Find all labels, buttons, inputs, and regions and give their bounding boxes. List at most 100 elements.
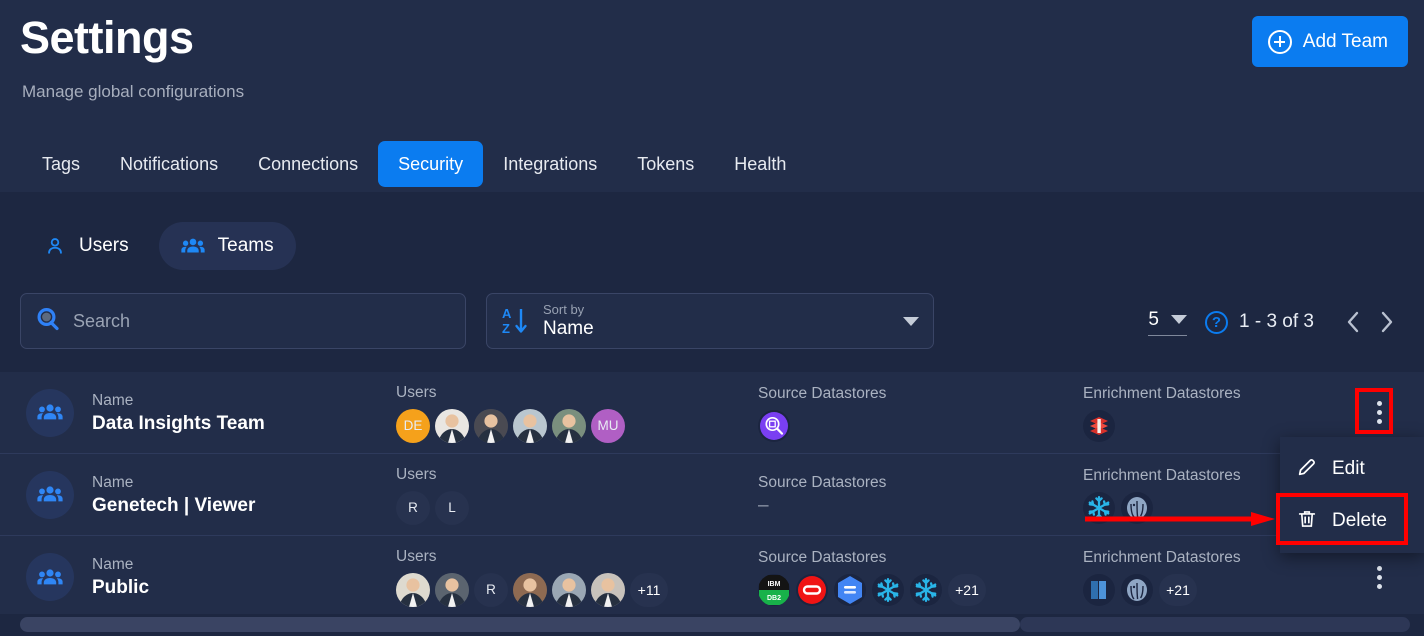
snowflake-icon[interactable] (872, 573, 904, 606)
column-header-enrichment-datastores: Enrichment Datastores (1083, 548, 1241, 566)
subnav-item-teams[interactable]: Teams (158, 222, 296, 270)
menu-item-edit[interactable]: Edit (1280, 443, 1424, 495)
people-icon (26, 553, 74, 601)
table-row[interactable]: Name Genetech | Viewer Users R L Source Datas… (0, 454, 1424, 536)
team-name: Data Insights Team (92, 412, 265, 434)
teams-table: Name Data Insights Team Users DE MU Source Da… (0, 372, 1424, 618)
column-header-name: Name (92, 473, 134, 491)
menu-item-delete[interactable]: Delete (1280, 495, 1424, 547)
user-avatar-stack: R +11 (396, 572, 673, 607)
avatar[interactable]: DE (396, 408, 430, 443)
row-context-menu: Edit Delete (1280, 437, 1424, 553)
avatar[interactable] (435, 408, 469, 443)
page-title: Settings (20, 12, 194, 63)
user-avatar-stack: DE MU (396, 408, 630, 443)
tab-tokens[interactable]: Tokens (617, 141, 714, 187)
enrichment-overflow-count[interactable]: +21 (1159, 573, 1197, 606)
tab-integrations[interactable]: Integrations (483, 141, 617, 187)
people-icon (26, 388, 74, 437)
subnav-item-users[interactable]: Users (22, 222, 151, 270)
postgresql-icon[interactable] (1121, 573, 1153, 606)
column-header-users: Users (396, 465, 437, 483)
cell-source-datastores: Source Datastores – (758, 454, 886, 536)
scrollbar-thumb[interactable] (20, 617, 1020, 632)
enrichment-datastore-stack (1083, 491, 1241, 524)
oracle-icon[interactable] (796, 573, 828, 606)
cell-enrichment-datastores: Enrichment Datastores +21 (1083, 536, 1241, 618)
avatar[interactable] (513, 408, 547, 443)
plus-circle-icon (1267, 29, 1292, 54)
column-header-users: Users (396, 383, 437, 401)
help-circle-icon[interactable]: ? (1205, 310, 1228, 334)
source-datastore-stack: IBM DB2 +21 (758, 573, 992, 606)
avatar[interactable]: MU (591, 408, 625, 443)
avatar-overflow-count[interactable]: +11 (630, 572, 668, 607)
snowflake-icon[interactable] (910, 573, 942, 606)
sort-alpha-down-icon: A Z (501, 304, 529, 338)
settings-tab-bar: Tags Notifications Connections Security Inte… (22, 141, 806, 187)
ibm-db2-icon[interactable]: IBM DB2 (758, 573, 790, 606)
tab-notifications[interactable]: Notifications (100, 141, 238, 187)
cell-enrichment-datastores: Enrichment Datastores (1083, 454, 1241, 536)
table-row[interactable]: Name Data Insights Team Users DE MU Source Da… (0, 372, 1424, 454)
chevron-down-icon[interactable] (903, 316, 919, 326)
svg-text:A: A (502, 306, 512, 321)
cell-enrichment-datastores: Enrichment Datastores (1083, 372, 1241, 454)
cell-name: Name Data Insights Team (92, 372, 265, 454)
chevron-left-icon[interactable] (1336, 305, 1370, 339)
column-header-enrichment-datastores: Enrichment Datastores (1083, 384, 1241, 402)
column-header-users: Users (396, 547, 437, 565)
google-bigquery-icon[interactable] (834, 573, 866, 606)
people-icon (180, 236, 205, 256)
search-input[interactable]: Search (20, 293, 466, 349)
tab-tags[interactable]: Tags (22, 141, 100, 187)
avatar[interactable] (435, 572, 469, 607)
postgresql-icon[interactable] (1121, 491, 1153, 524)
pagination-range: 1 - 3 of 3 (1239, 311, 1314, 332)
users-teams-toggle: Users Teams (22, 222, 296, 270)
avatar[interactable]: R (396, 490, 430, 525)
add-team-button[interactable]: Add Team (1251, 16, 1408, 67)
snowflake-icon[interactable] (1083, 491, 1115, 524)
people-icon (26, 470, 74, 519)
tab-connections[interactable]: Connections (238, 141, 378, 187)
chevron-right-icon[interactable] (1370, 305, 1404, 339)
page-size-select[interactable]: 5 (1148, 309, 1187, 336)
team-name: Public (92, 576, 150, 598)
add-team-label: Add Team (1302, 30, 1388, 52)
avatar[interactable] (513, 572, 547, 607)
horizontal-scrollbar[interactable] (0, 614, 1424, 636)
search-icon (35, 306, 61, 337)
avatar[interactable]: R (474, 572, 508, 607)
cell-users: Users DE MU (396, 372, 630, 454)
svg-text:DB2: DB2 (767, 595, 781, 602)
avatar[interactable] (474, 408, 508, 443)
row-menu-button[interactable] (1366, 396, 1392, 430)
column-header-source-datastores: Source Datastores (758, 473, 887, 491)
page-header: Settings Manage global configurations Ad… (0, 0, 1424, 192)
column-header-name: Name (92, 555, 134, 573)
avatar[interactable] (591, 572, 625, 607)
tab-security[interactable]: Security (378, 141, 484, 187)
avatar[interactable] (552, 572, 586, 607)
avatar[interactable]: L (435, 490, 469, 525)
table-row[interactable]: Name Public Users R +11 Source Datastores IBM D… (0, 536, 1424, 618)
source-overflow-count[interactable]: +21 (948, 573, 986, 606)
sort-by-value: Name (543, 317, 594, 339)
redis-icon[interactable] (1083, 409, 1115, 442)
svg-text:IBM: IBM (768, 581, 781, 588)
databricks-search-icon[interactable] (758, 409, 790, 442)
scrollbar-track-remainder[interactable] (1020, 617, 1410, 632)
avatar[interactable] (396, 572, 430, 607)
cell-source-datastores: Source Datastores (758, 372, 886, 454)
amazon-redshift-icon[interactable] (1083, 573, 1115, 606)
row-menu-button[interactable] (1366, 560, 1392, 594)
cell-name: Name Genetech | Viewer (92, 454, 255, 536)
search-placeholder: Search (73, 310, 131, 331)
avatar[interactable] (552, 408, 586, 443)
tab-health[interactable]: Health (714, 141, 806, 187)
subnav-label-teams: Teams (217, 235, 274, 256)
sort-by-select[interactable]: A Z Sort by Name (486, 293, 934, 349)
enrichment-datastore-stack: +21 (1083, 573, 1241, 606)
column-header-source-datastores: Source Datastores (758, 548, 887, 566)
